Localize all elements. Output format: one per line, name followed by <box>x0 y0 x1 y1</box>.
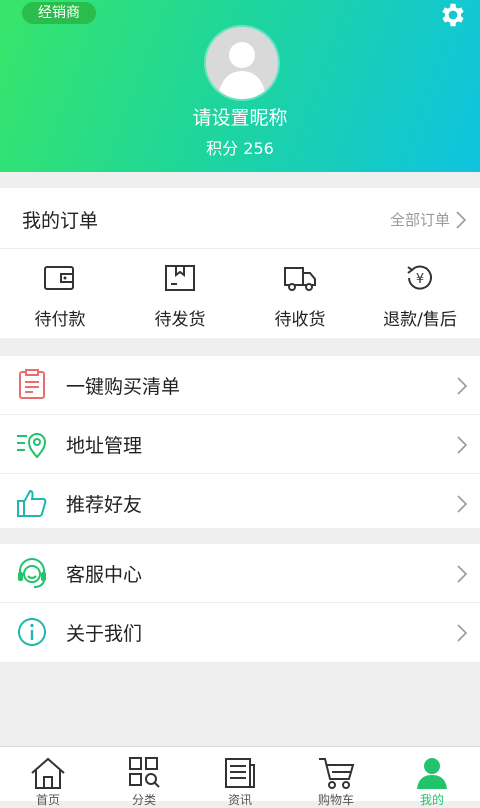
menu-item-label: 一键购买清单 <box>66 376 181 398</box>
order-item-label: 待收货 <box>274 310 326 330</box>
order-pending-shipment[interactable]: 待发货 <box>120 249 240 339</box>
tab-profile[interactable]: 我的 <box>384 747 480 807</box>
chevron-right-icon <box>457 377 468 395</box>
chevron-right-icon <box>457 436 468 454</box>
gear-icon[interactable] <box>438 0 468 30</box>
tab-news[interactable]: 资讯 <box>192 747 288 807</box>
profile-icon <box>417 758 447 789</box>
order-item-label: 待付款 <box>34 310 86 330</box>
category-icon <box>129 757 160 788</box>
all-orders-label: 全部订单 <box>389 211 450 229</box>
points-text: 积分 256 <box>206 139 274 158</box>
dealer-badge: 经销商 <box>22 2 96 24</box>
all-orders-link[interactable]: 全部订单 <box>390 209 466 230</box>
svg-text:¥: ¥ <box>416 272 424 287</box>
order-pending-payment[interactable]: 待付款 <box>0 249 120 339</box>
menu-item-label: 客服中心 <box>66 564 143 586</box>
home-icon <box>31 757 65 789</box>
menu-item-recommend[interactable]: 推荐好友 <box>0 474 480 532</box>
menu-item-label: 关于我们 <box>66 623 143 645</box>
tab-home[interactable]: 首页 <box>0 747 96 807</box>
chevron-right-icon <box>457 565 468 583</box>
order-item-label: 退款/售后 <box>383 310 457 330</box>
chevron-right-icon <box>457 495 468 513</box>
chevron-right-icon <box>457 624 468 642</box>
menu-item-label: 推荐好友 <box>66 494 143 516</box>
menu-item-customer-service[interactable]: 客服中心 <box>0 544 480 603</box>
orders-header: 我的订单 全部订单 <box>0 188 480 249</box>
tab-cart[interactable]: 购物车 <box>288 747 384 807</box>
package-icon <box>165 265 195 291</box>
menu-item-about[interactable]: 关于我们 <box>0 603 480 661</box>
menu-item-label: 地址管理 <box>66 435 143 457</box>
my-orders-card: 我的订单 全部订单 待付款 待发货 待收货 ¥ 退款/售后 <box>0 188 480 338</box>
bottom-tab-bar: 首页 分类 资讯 购物车 我的 <box>0 746 480 807</box>
clipboard-list-icon <box>19 369 45 399</box>
tab-category[interactable]: 分类 <box>96 747 192 807</box>
headset-icon <box>18 558 46 588</box>
news-icon <box>225 758 255 788</box>
truck-icon <box>284 267 316 291</box>
refund-yen-icon: ¥ <box>407 265 432 290</box>
menu-group-1: 一键购买清单 地址管理 推荐好友 <box>0 356 480 528</box>
menu-item-one-click-list[interactable]: 一键购买清单 <box>0 356 480 415</box>
orders-title: 我的订单 <box>22 210 99 232</box>
menu-group-2: 客服中心 关于我们 <box>0 544 480 662</box>
order-refund-aftersale[interactable]: ¥ 退款/售后 <box>360 249 480 339</box>
avatar[interactable] <box>206 27 278 99</box>
profile-header: 经销商 请设置昵称 积分 256 <box>0 0 480 172</box>
thumbs-up-icon <box>17 489 47 517</box>
cart-icon <box>319 758 355 789</box>
wallet-icon <box>44 266 74 290</box>
chevron-right-icon <box>456 210 466 229</box>
info-icon <box>18 618 46 646</box>
order-pending-receipt[interactable]: 待收货 <box>240 249 360 339</box>
address-pin-icon <box>17 433 47 459</box>
order-item-label: 待发货 <box>154 310 206 330</box>
default-avatar-icon <box>218 42 266 99</box>
nickname[interactable]: 请设置昵称 <box>0 103 480 130</box>
menu-item-address[interactable]: 地址管理 <box>0 415 480 474</box>
